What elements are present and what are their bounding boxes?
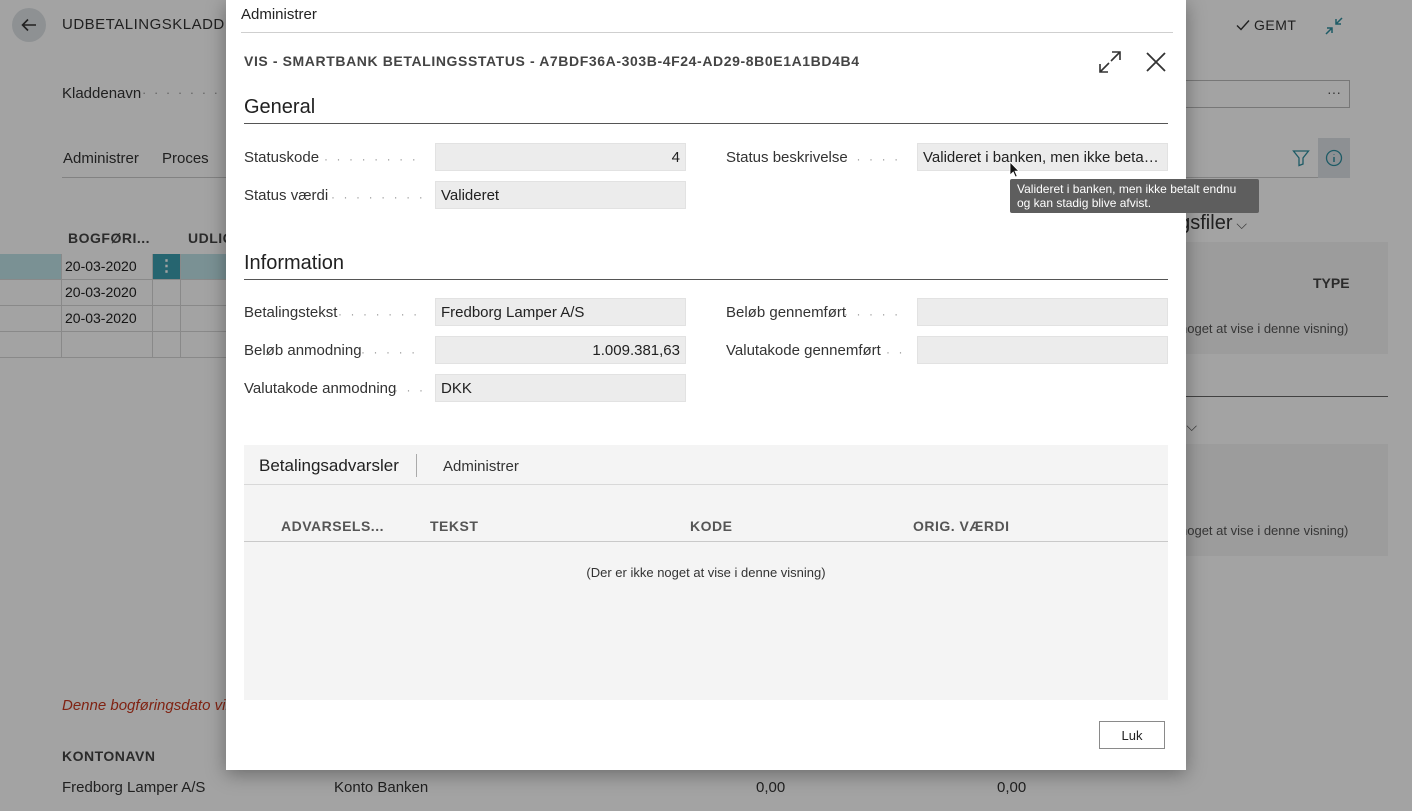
empty-state-text: (Der er ikke noget at vise i denne visni…	[586, 565, 826, 580]
close-dialog-button[interactable]: Luk	[1099, 721, 1165, 749]
beloeb-anmodning-label: Beløb anmodning	[244, 342, 362, 359]
field-dots: · · · · · · · ·	[361, 345, 424, 359]
divider	[241, 32, 1173, 33]
status-vaerdi-field[interactable]: Valideret	[435, 181, 686, 209]
betalingstekst-label: Betalingstekst	[244, 304, 338, 321]
section-information-title[interactable]: Information	[244, 252, 344, 275]
expand-icon	[1099, 51, 1121, 73]
betalingstekst-field[interactable]: Fredborg Lamper A/S	[435, 298, 686, 326]
valutakode-gennemfoert-field[interactable]	[917, 336, 1168, 364]
field-dots: · · · · · · · · · · ·	[324, 152, 424, 166]
part-header: Betalingsadvarsler Administrer	[244, 445, 1168, 485]
status-vaerdi-label: Status værdi	[244, 187, 329, 204]
valutakode-anmodning-label: Valutakode anmodning	[244, 380, 397, 397]
part-action-administrer[interactable]: Administrer	[443, 458, 519, 475]
status-description-tooltip: Valideret i banken, men ikke betalt endn…	[1010, 179, 1259, 213]
section-general-title[interactable]: General	[244, 96, 315, 119]
expand-button[interactable]	[1098, 50, 1124, 76]
close-button[interactable]	[1144, 50, 1170, 76]
menu-administrer[interactable]: Administrer	[241, 6, 317, 23]
status-beskrivelse-field[interactable]: Valideret i banken, men ikke betalt e...	[917, 143, 1168, 171]
column-header-kode[interactable]: KODE	[690, 518, 732, 534]
divider	[416, 454, 417, 477]
statuskode-field[interactable]: 4	[435, 143, 686, 171]
section-divider	[244, 279, 1168, 280]
field-dots: · · ·	[886, 345, 908, 359]
divider	[244, 541, 1168, 542]
field-dots: · · · · · ·	[844, 307, 906, 321]
column-header-tekst[interactable]: TEKST	[430, 518, 478, 534]
field-dots: · · · · · ·	[844, 152, 906, 166]
field-dots: · · · · · · · · · ·	[338, 307, 424, 321]
beloeb-gennemfoert-label: Beløb gennemført	[726, 304, 847, 321]
mouse-cursor-icon	[1009, 161, 1020, 183]
close-icon	[1146, 52, 1166, 72]
field-dots: · · · · · · · · ·	[331, 190, 424, 204]
field-dots: · · ·	[394, 383, 424, 397]
valutakode-gennemfoert-label: Valutakode gennemført	[726, 342, 881, 359]
statuskode-label: Statuskode	[244, 149, 320, 166]
payment-status-dialog: Administrer VIS - SMARTBANK BETALINGSSTA…	[226, 0, 1259, 770]
section-divider	[244, 123, 1168, 124]
status-beskrivelse-label: Status beskrivelse	[726, 149, 848, 166]
valutakode-anmodning-field[interactable]: DKK	[435, 374, 686, 402]
column-header-advarsels[interactable]: ADVARSELS...	[281, 518, 384, 534]
dialog-title: VIS - SMARTBANK BETALINGSSTATUS - A7BDF3…	[244, 53, 860, 69]
payment-warnings-part: Betalingsadvarsler Administrer ADVARSELS…	[244, 445, 1168, 700]
column-header-orig-vaerdi[interactable]: ORIG. VÆRDI	[913, 518, 1010, 534]
beloeb-anmodning-field[interactable]: 1.009.381,63	[435, 336, 686, 364]
beloeb-gennemfoert-field[interactable]	[917, 298, 1168, 326]
tab-betalingsadvarsler[interactable]: Betalingsadvarsler	[259, 456, 399, 476]
